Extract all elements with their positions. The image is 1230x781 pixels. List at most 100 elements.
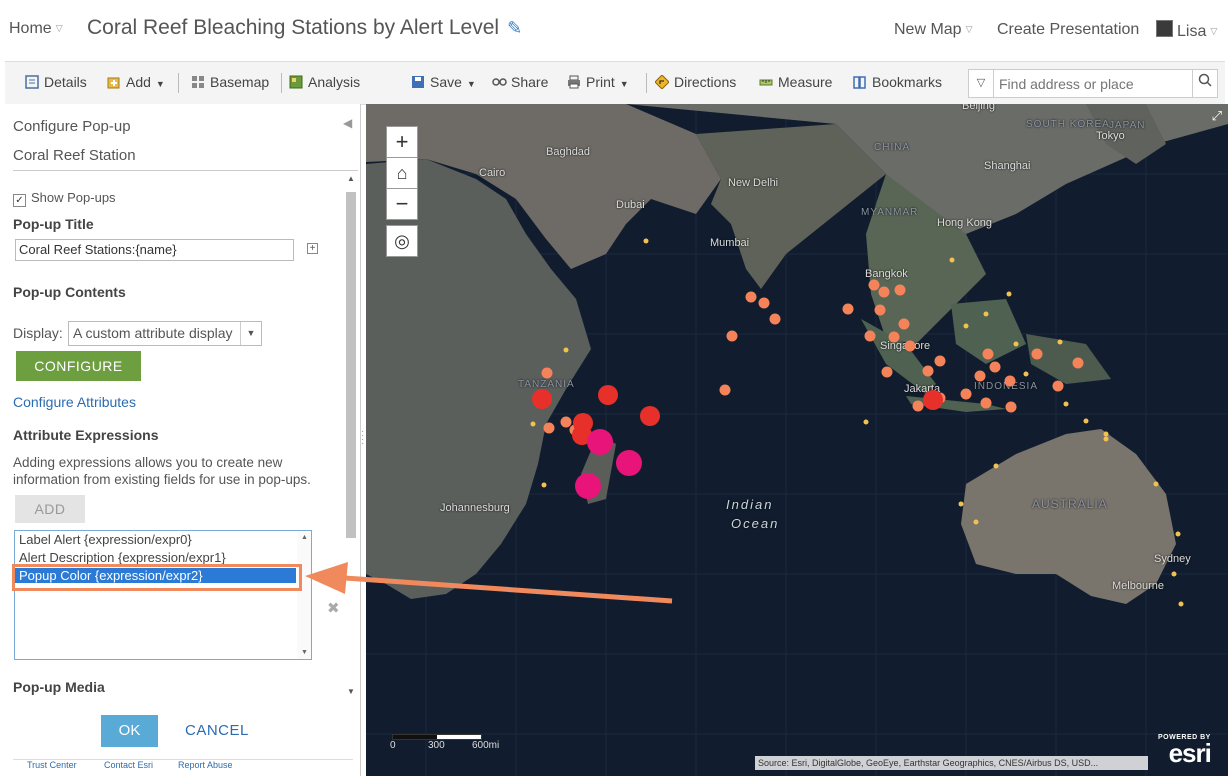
print-label: Print — [586, 74, 615, 90]
map-label: New Delhi — [728, 177, 779, 189]
map-label: Dubai — [616, 199, 645, 211]
locate-button[interactable]: ◎ — [386, 225, 418, 257]
chevron-down-icon: ▼ — [619, 79, 629, 89]
panel-splitter-handle[interactable]: · · · · — [361, 427, 364, 449]
esri-logo[interactable]: POWERED BY esri — [1158, 734, 1212, 766]
delete-expression-icon[interactable]: ✖ — [327, 599, 340, 617]
avatar — [1156, 20, 1173, 37]
configure-popup-panel: Configure Pop-up ◀ Coral Reef Station ▲ … — [5, 104, 361, 776]
directions-button[interactable]: Directions — [654, 74, 737, 90]
popup-media-heading: Pop-up Media — [13, 679, 105, 695]
home-icon: ⌂ — [396, 163, 408, 183]
map-view[interactable]: Baghdad Cairo Dubai New Delhi Mumbai CHI… — [366, 104, 1228, 776]
map-label: Singapore — [880, 340, 931, 352]
share-icon — [492, 75, 507, 89]
divider — [13, 170, 358, 171]
scroll-up-icon[interactable]: ▲ — [347, 174, 355, 183]
new-map-label[interactable]: New Map — [894, 21, 962, 38]
bookmarks-button[interactable]: Bookmarks — [853, 74, 942, 90]
add-button[interactable]: Add ▼ — [107, 74, 165, 90]
checkbox-checked-icon[interactable]: ✓ — [13, 194, 26, 207]
share-button[interactable]: Share — [492, 74, 548, 90]
divider — [281, 73, 282, 93]
create-presentation-link[interactable]: Create Presentation — [997, 21, 1139, 39]
home-extent-button[interactable]: ⌂ — [387, 158, 417, 189]
cancel-button[interactable]: CANCEL — [185, 722, 249, 739]
expand-map-icon[interactable]: ⤢ — [1212, 108, 1222, 124]
configure-button[interactable]: CONFIGURE — [16, 351, 141, 381]
list-item[interactable]: Alert Description {expression/expr1} — [19, 550, 226, 565]
collapse-panel-icon[interactable]: ◀ — [343, 116, 352, 130]
analysis-icon — [289, 75, 303, 89]
report-abuse-link[interactable]: Report Abuse — [178, 760, 233, 770]
show-popups-checkbox[interactable]: ✓ Show Pop-ups — [13, 190, 116, 207]
analysis-button[interactable]: Analysis — [289, 74, 360, 90]
map-label: Bangkok — [865, 268, 908, 280]
bookmarks-icon — [853, 75, 867, 89]
popup-title-input[interactable]: Coral Reef Stations:{name} — [15, 239, 294, 261]
user-menu[interactable]: Lisa ▽ — [1156, 20, 1217, 41]
measure-label: Measure — [778, 74, 833, 90]
map-label: Baghdad — [546, 146, 591, 158]
pencil-icon[interactable]: ✎ — [507, 18, 522, 39]
search-button[interactable] — [1192, 70, 1217, 97]
map-label: Jakarta — [904, 383, 941, 395]
print-button[interactable]: Print ▼ — [567, 74, 629, 90]
map-label: Mumbai — [710, 237, 750, 249]
search-source-dropdown[interactable]: ▽ — [969, 70, 994, 97]
display-label: Display: — [13, 325, 63, 341]
new-map-menu[interactable]: New Map ▽ — [894, 21, 973, 39]
map-label: Beijing — [962, 104, 996, 112]
details-button[interactable]: Details — [25, 74, 87, 90]
trust-center-link[interactable]: Trust Center — [27, 760, 77, 770]
search-icon — [1198, 73, 1212, 91]
map-label: TANZANIA — [518, 379, 575, 390]
expression-list[interactable]: Label Alert {expression/expr0} Alert Des… — [14, 530, 312, 660]
list-item[interactable]: Label Alert {expression/expr0} — [19, 532, 192, 547]
scrollbar-thumb[interactable] — [346, 192, 356, 538]
add-expression-button[interactable]: ADD — [15, 495, 85, 523]
map-attribution[interactable]: Source: Esri, DigitalGlobe, GeoEye, Eart… — [755, 756, 1148, 770]
scroll-down-icon[interactable]: ▼ — [347, 687, 355, 696]
highlight-box — [12, 564, 302, 591]
map-label: AUSTRALIA — [1032, 497, 1108, 511]
home-label[interactable]: Home — [9, 20, 52, 37]
display-select[interactable]: A custom attribute display ▼ — [68, 321, 262, 346]
measure-icon — [759, 75, 773, 89]
map-label: Ocean — [731, 516, 780, 531]
zoom-out-button[interactable]: − — [387, 189, 417, 219]
add-label: Add — [126, 74, 151, 90]
map-label: Melbourne — [1112, 580, 1164, 592]
ok-button[interactable]: OK — [101, 715, 158, 747]
chevron-down-icon: ▼ — [155, 79, 165, 89]
basemap-label: Basemap — [210, 74, 270, 90]
satellite-basemap — [366, 104, 1228, 776]
measure-button[interactable]: Measure — [759, 74, 832, 90]
divider — [646, 73, 647, 93]
configure-attributes-link[interactable]: Configure Attributes — [13, 394, 136, 410]
list-scrollbar[interactable]: ▲ ▼ — [297, 531, 311, 659]
print-icon — [567, 75, 581, 89]
basemap-button[interactable]: Basemap — [191, 74, 269, 90]
search-input[interactable] — [997, 73, 1191, 95]
zoom-control: + ⌂ − — [386, 126, 418, 220]
panel-scrollbar[interactable]: ▲ ▼ — [345, 174, 357, 696]
map-label: MYANMAR — [861, 207, 919, 218]
map-title-text: Coral Reef Bleaching Stations by Alert L… — [87, 16, 500, 39]
contact-esri-link[interactable]: Contact Esri — [104, 760, 153, 770]
chevron-down-icon: ▼ — [240, 322, 261, 345]
address-search: ▽ — [968, 69, 1218, 98]
scroll-down-icon[interactable]: ▼ — [301, 649, 308, 656]
chevron-down-icon: ▽ — [55, 23, 63, 33]
zoom-in-button[interactable]: + — [387, 127, 417, 158]
directions-label: Directions — [674, 74, 737, 90]
home-menu[interactable]: Home ▽ — [9, 20, 63, 38]
insert-field-icon[interactable]: + — [307, 243, 318, 254]
user-name[interactable]: Lisa — [1177, 23, 1206, 40]
scroll-up-icon[interactable]: ▲ — [301, 534, 308, 541]
details-label: Details — [44, 74, 87, 90]
map-label: SOUTH KOREA — [1026, 119, 1110, 130]
layer-name: Coral Reef Station — [13, 147, 136, 164]
save-button[interactable]: Save ▼ — [411, 74, 476, 90]
map-label: CHINA — [874, 142, 911, 153]
